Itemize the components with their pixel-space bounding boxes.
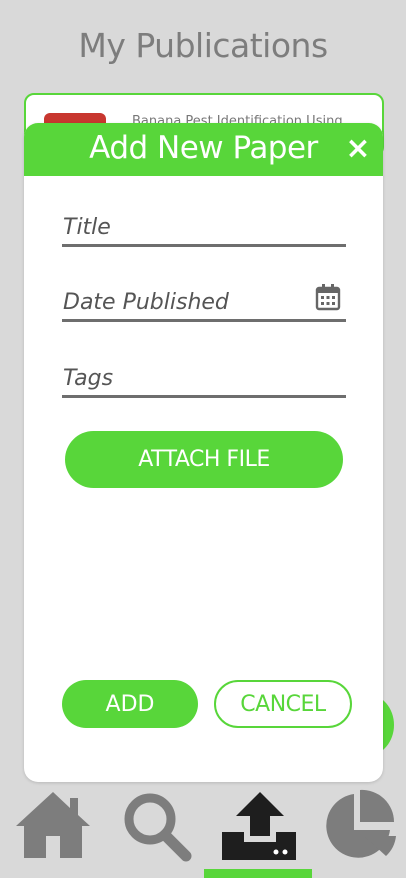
nav-search[interactable] bbox=[104, 786, 204, 878]
home-icon bbox=[16, 792, 90, 858]
cancel-button[interactable]: CANCEL bbox=[214, 680, 352, 728]
nav-upload[interactable] bbox=[204, 786, 312, 878]
nav-home[interactable] bbox=[0, 786, 104, 878]
active-tab-indicator bbox=[204, 869, 312, 878]
modal-title: Add New Paper bbox=[89, 130, 318, 166]
tags-input[interactable] bbox=[62, 366, 303, 391]
date-published-input[interactable] bbox=[62, 290, 303, 315]
bottom-nav bbox=[0, 786, 406, 878]
nav-charts[interactable] bbox=[312, 786, 406, 878]
modal-header: Add New Paper × bbox=[24, 123, 383, 176]
pie-chart-icon bbox=[326, 789, 396, 858]
attach-file-button[interactable]: ATTACH FILE bbox=[65, 431, 343, 488]
search-icon bbox=[124, 793, 192, 862]
add-paper-modal: Add New Paper × ATTACH FILE ADD CANCEL bbox=[24, 123, 383, 782]
calendar-icon[interactable] bbox=[315, 283, 341, 311]
close-button[interactable]: × bbox=[345, 133, 371, 165]
add-button[interactable]: ADD bbox=[62, 680, 198, 728]
page-title: My Publications bbox=[78, 26, 328, 65]
title-field bbox=[62, 204, 346, 247]
tags-field bbox=[62, 355, 346, 398]
title-input[interactable] bbox=[62, 215, 303, 240]
date-published-field bbox=[62, 279, 346, 322]
upload-icon bbox=[222, 792, 296, 860]
